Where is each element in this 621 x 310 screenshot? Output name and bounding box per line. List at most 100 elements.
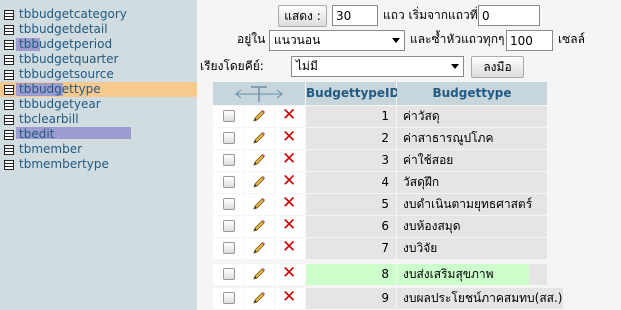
- edit-icon[interactable]: [244, 216, 274, 237]
- repeat-header-input[interactable]: [506, 30, 553, 51]
- nav-table-label[interactable]: tbbudgetdetail: [19, 22, 108, 37]
- table-icon: [4, 55, 14, 65]
- delete-icon[interactable]: ✕: [275, 216, 305, 237]
- display-mode-select[interactable]: แนวนอน: [269, 30, 405, 51]
- table-row-highlighted: ✕ 8 งบส่งเสริมสุขภาพ: [213, 264, 588, 285]
- nav-table-tbbudgetsource[interactable]: tbbudgetsource: [0, 67, 197, 82]
- nav-table-label[interactable]: tbmember: [19, 142, 82, 157]
- table-row: ✕ 9 งบผลประโยชน์ภาคสมทบ(สส.): [213, 288, 588, 309]
- nav-table-tbclearbill[interactable]: tbclearbill: [0, 112, 197, 127]
- column-header-budgettypeid[interactable]: BudgettypeID: [306, 82, 399, 105]
- row-checkbox[interactable]: [223, 198, 235, 210]
- budgettypeid-cell: 4: [381, 175, 389, 189]
- edit-icon[interactable]: [244, 172, 274, 193]
- budgettype-cell: งบผลประโยชน์ภาคสมทบ(สส.): [403, 291, 563, 305]
- delete-icon[interactable]: ✕: [275, 128, 305, 149]
- table-icon: [4, 100, 14, 110]
- budgettype-cell: ค่าวัสดุ: [403, 109, 440, 123]
- delete-icon[interactable]: ✕: [275, 238, 305, 259]
- budgettype-cell: งบดำเนินตามยุทธศาสตร์: [403, 197, 533, 211]
- start-row-label: แถว เริ่มจากแถวที่: [383, 8, 478, 22]
- edit-icon[interactable]: [244, 264, 274, 285]
- row-checkbox[interactable]: [223, 220, 235, 232]
- table-icon: [4, 160, 14, 170]
- table-icon: [4, 10, 14, 20]
- column-header-label[interactable]: BudgettypeID: [306, 82, 399, 105]
- column-resize-header[interactable]: [213, 82, 305, 105]
- table-icon: [4, 85, 14, 95]
- budgettype-cell: งบส่งเสริมสุขภาพ: [403, 267, 494, 281]
- edit-icon[interactable]: [244, 150, 274, 171]
- budgettypeid-cell: 5: [381, 197, 389, 211]
- row-checkbox[interactable]: [223, 268, 235, 280]
- budgettypeid-cell: 1: [381, 109, 389, 123]
- row-checkbox[interactable]: [223, 242, 235, 254]
- edit-icon[interactable]: [244, 106, 274, 127]
- budgettypeid-cell: 3: [381, 153, 389, 167]
- budgettype-cell: งบห้องสมุด: [403, 219, 461, 233]
- row-checkbox[interactable]: [223, 292, 235, 304]
- sort-by-key-label: เรียงโดยคีย์:: [200, 59, 264, 73]
- table-icon: [4, 70, 14, 80]
- nav-table-tbmember[interactable]: tbmember: [0, 142, 197, 157]
- table-icon: [4, 115, 14, 125]
- mode-label: อยู่ใน: [237, 32, 266, 46]
- display-mode-value: แนวนอน: [274, 33, 321, 47]
- sort-key-select[interactable]: ไม่มี: [291, 56, 464, 77]
- row-checkbox[interactable]: [223, 154, 235, 166]
- rows-count-input[interactable]: [332, 5, 378, 26]
- nav-table-label[interactable]: tbbudgetquarter: [19, 52, 118, 67]
- table-row: ✕ 7 งบวิจัย: [213, 238, 588, 259]
- nav-table-label[interactable]: tbbudgetperiod: [19, 37, 112, 52]
- nav-table-tbbudgetcategory[interactable]: tbbudgetcategory: [0, 7, 197, 22]
- nav-table-tbbudgetyear[interactable]: tbbudgetyear: [0, 97, 197, 112]
- start-row-input[interactable]: [478, 5, 540, 26]
- delete-icon[interactable]: ✕: [275, 106, 305, 127]
- budgettypeid-cell: 8: [381, 267, 389, 281]
- table-icon: [4, 40, 14, 50]
- row-checkbox[interactable]: [223, 176, 235, 188]
- show-button[interactable]: แสดง :: [278, 5, 327, 27]
- column-header-label[interactable]: Budgettype: [397, 82, 547, 105]
- delete-icon[interactable]: ✕: [275, 288, 305, 309]
- nav-table-tbbudgetperiod[interactable]: tbbudgetperiod: [0, 37, 197, 52]
- chevron-down-icon: [451, 64, 459, 69]
- nav-table-tbmembertype[interactable]: tbmembertype: [0, 157, 197, 172]
- table-row: ✕ 2 ค่าสาธารณูปโภค: [213, 128, 588, 149]
- delete-icon[interactable]: ✕: [275, 172, 305, 193]
- table-icon: [4, 25, 14, 35]
- table-row: ✕ 5 งบดำเนินตามยุทธศาสตร์: [213, 194, 588, 215]
- budgettypeid-cell: 2: [381, 131, 389, 145]
- nav-table-tbbudgetdetail[interactable]: tbbudgetdetail: [0, 22, 197, 37]
- sort-key-value: ไม่มี: [296, 59, 318, 73]
- nav-table-label[interactable]: tbedit: [19, 127, 54, 142]
- go-button[interactable]: ลงมือ: [471, 56, 524, 78]
- repeat-header-label: และซ้ำหัวแถวทุกๆ: [410, 32, 505, 46]
- nav-table-tbedit[interactable]: tbedit: [0, 127, 197, 142]
- nav-table-label[interactable]: tbbudgetyear: [19, 97, 101, 112]
- nav-table-label[interactable]: tbbudgetsource: [19, 67, 114, 82]
- budgettypeid-cell: 7: [381, 241, 389, 255]
- nav-table-label[interactable]: tbmembertype: [19, 157, 109, 172]
- table-row: ✕ 4 วัสดุฝึก: [213, 172, 588, 193]
- delete-icon[interactable]: ✕: [275, 264, 305, 285]
- delete-icon[interactable]: ✕: [275, 194, 305, 215]
- table-row: ✕ 6 งบห้องสมุด: [213, 216, 588, 237]
- column-header-budgettype[interactable]: Budgettype: [397, 82, 547, 105]
- nav-table-tbbudgetquarter[interactable]: tbbudgetquarter: [0, 52, 197, 67]
- nav-table-label[interactable]: tbclearbill: [19, 112, 79, 127]
- edit-icon[interactable]: [244, 238, 274, 259]
- edit-icon[interactable]: [244, 288, 274, 309]
- budgettype-cell: วัสดุฝึก: [403, 175, 440, 189]
- nav-table-label[interactable]: tbbudgetcategory: [19, 7, 127, 22]
- column-resize-icon: [235, 86, 283, 102]
- budgettypeid-cell: 9: [381, 291, 389, 305]
- edit-icon[interactable]: [244, 194, 274, 215]
- row-checkbox[interactable]: [223, 110, 235, 122]
- budgettypeid-cell: 6: [381, 219, 389, 233]
- nav-table-label[interactable]: tbbudgettype: [19, 82, 101, 97]
- nav-table-tbbudgettype[interactable]: tbbudgettype: [0, 82, 197, 97]
- delete-icon[interactable]: ✕: [275, 150, 305, 171]
- row-checkbox[interactable]: [223, 132, 235, 144]
- edit-icon[interactable]: [244, 128, 274, 149]
